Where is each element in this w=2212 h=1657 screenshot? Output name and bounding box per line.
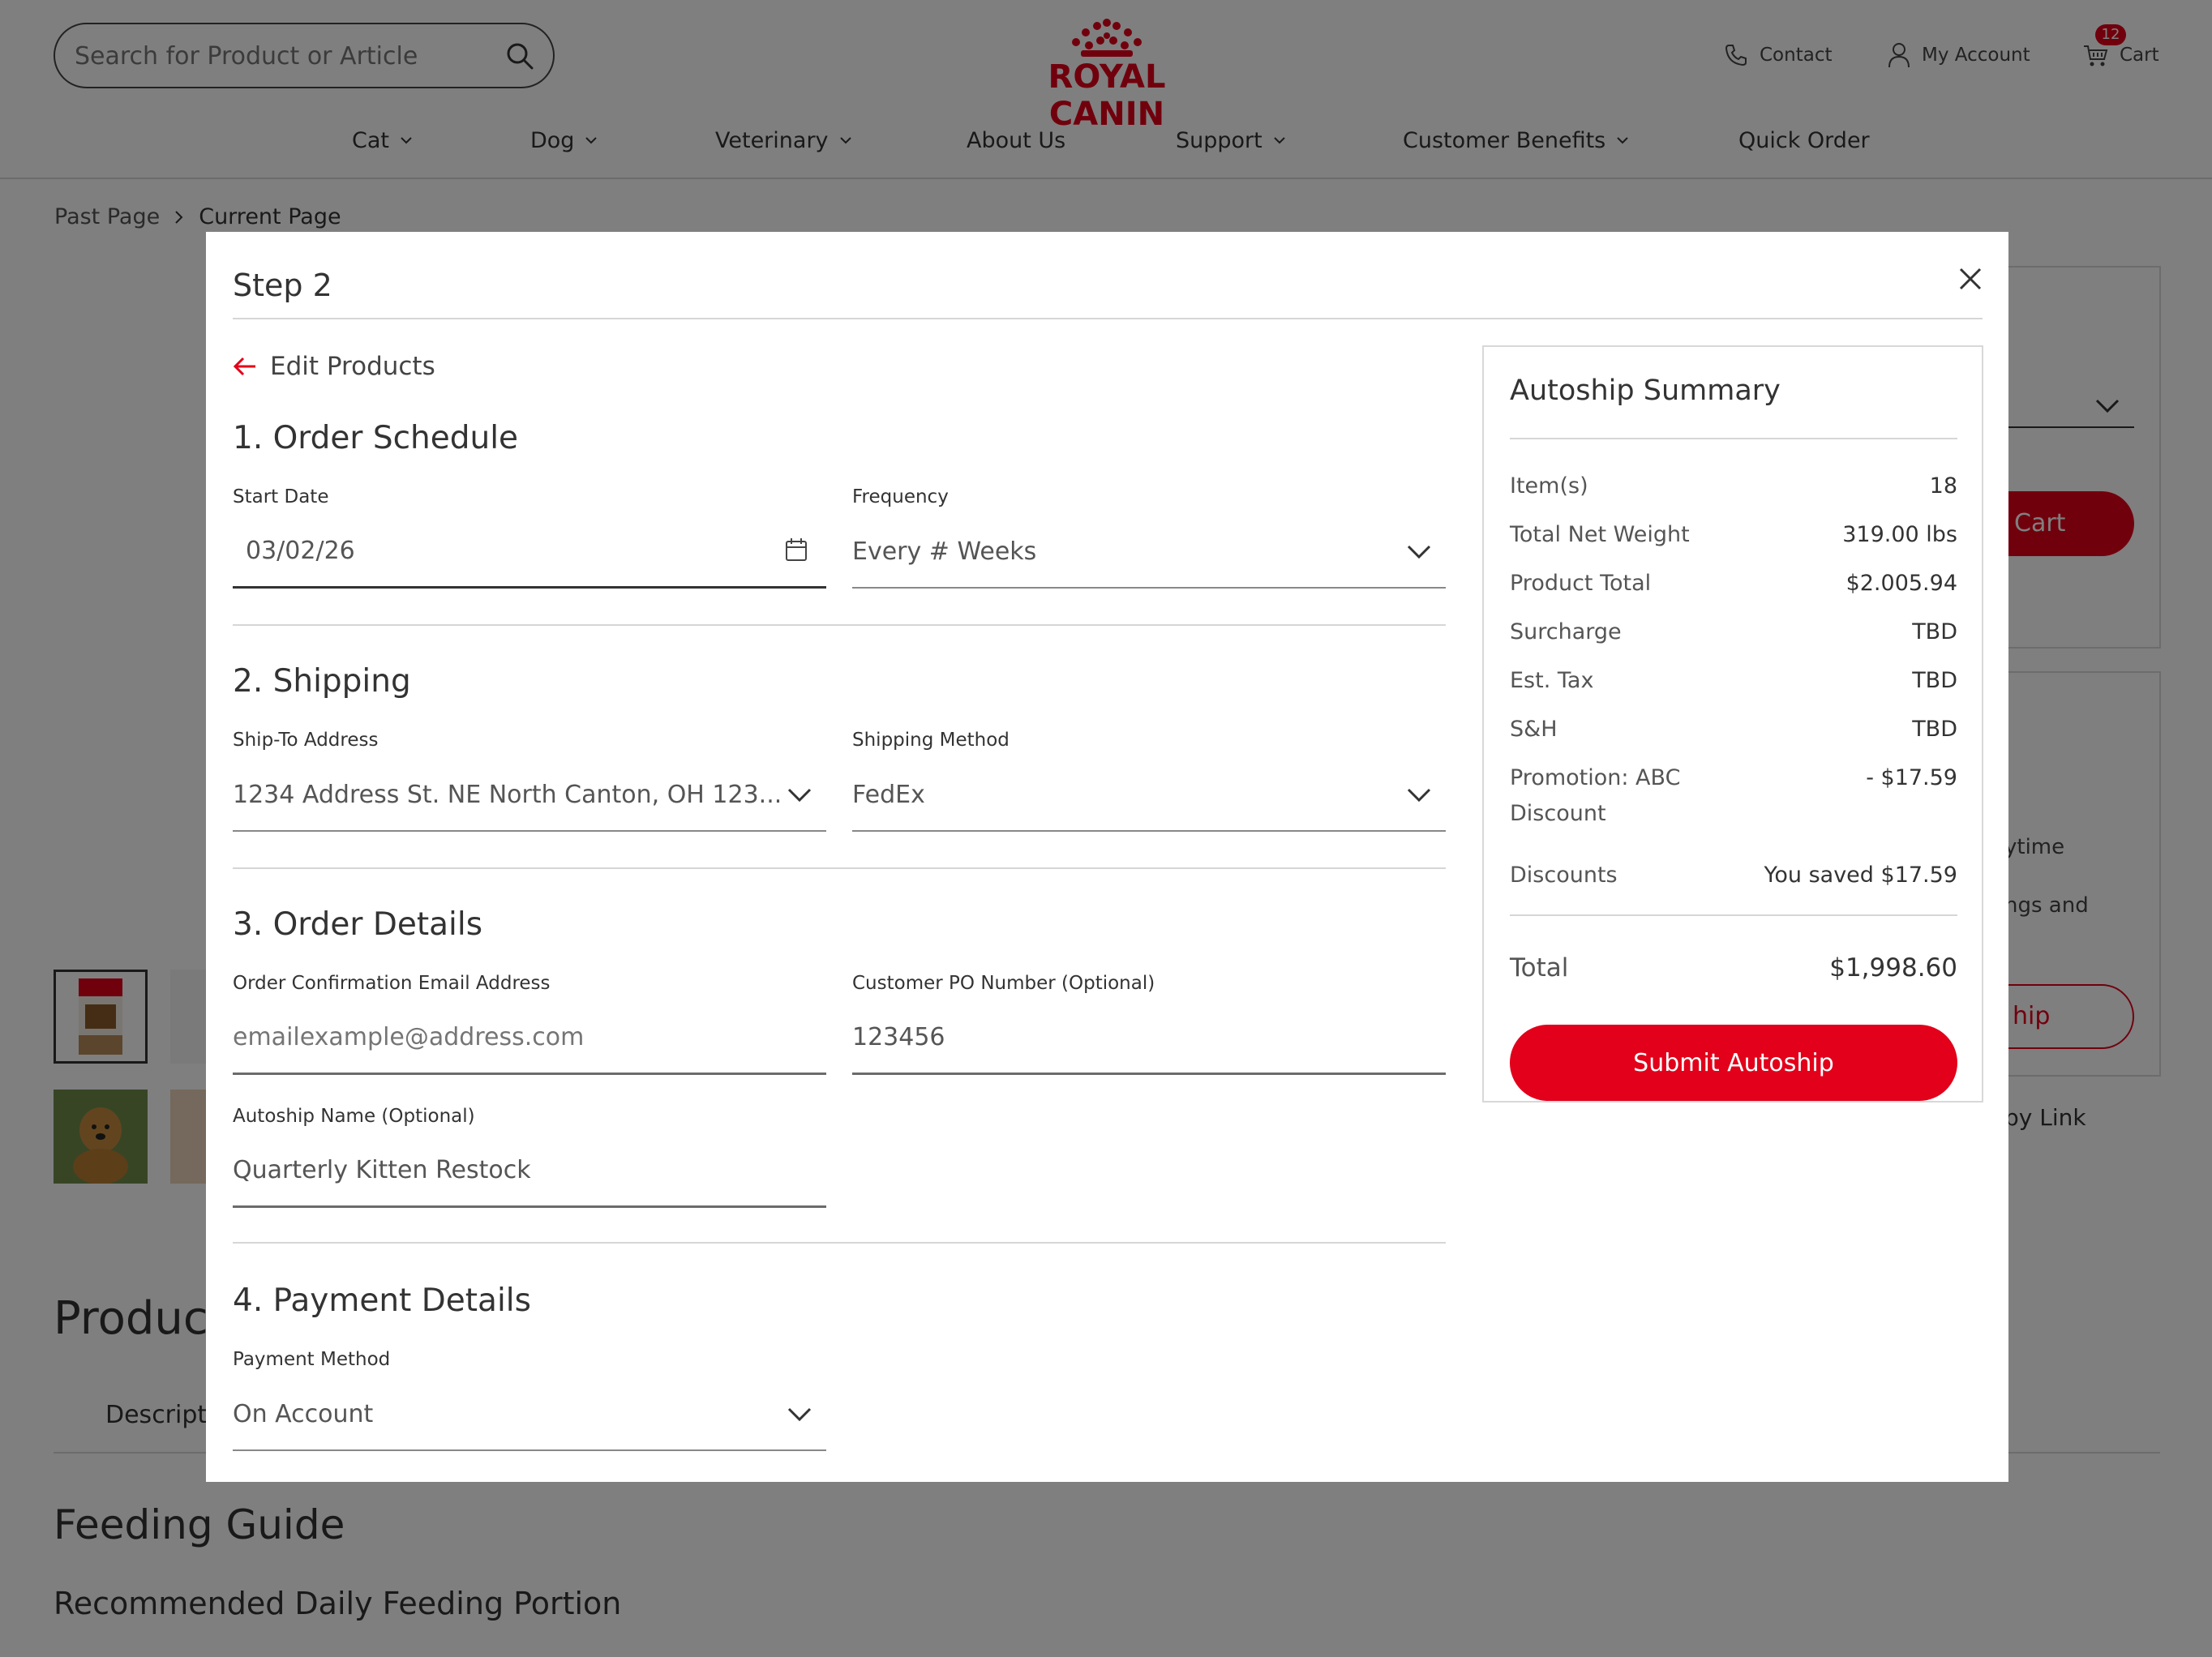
summary-row-value: You saved $17.59 <box>1764 863 1957 888</box>
close-icon[interactable] <box>1954 263 1987 295</box>
summary-row-value: TBD <box>1912 668 1957 693</box>
payment-method-select[interactable]: On Account <box>233 1378 826 1451</box>
order-schedule-title: 1. Order Schedule <box>233 420 519 456</box>
po-number-label: Customer PO Number (Optional) <box>852 973 1155 994</box>
ship-to-address-value: 1234 Address St. NE North Canton, OH 123… <box>233 780 782 809</box>
payment-method-label: Payment Method <box>233 1349 391 1370</box>
chevron-down-icon <box>787 788 812 803</box>
summary-row-label: Est. Tax <box>1510 668 1594 693</box>
autoship-name-field[interactable]: Quarterly Kitten Restock <box>233 1135 826 1208</box>
chevron-down-icon <box>787 1407 812 1422</box>
summary-row-label: Surcharge <box>1510 619 1622 644</box>
summary-row-label: Total Net Weight <box>1510 522 1690 547</box>
arrow-left-icon <box>233 357 255 376</box>
summary-row-label: Item(s) <box>1510 473 1588 499</box>
autoship-name-value: Quarterly Kitten Restock <box>233 1156 531 1184</box>
summary-row-label: Discounts <box>1510 863 1618 888</box>
summary-divider <box>1510 438 1957 439</box>
section-divider <box>233 867 1446 869</box>
frequency-value: Every # Weeks <box>852 537 1037 566</box>
shipping-title: 2. Shipping <box>233 663 411 700</box>
summary-row-label: Product Total <box>1510 571 1652 596</box>
shipping-method-select[interactable]: FedEx <box>852 759 1446 832</box>
summary-row-label: S&H <box>1510 717 1558 742</box>
start-date-value: 03/02/26 <box>246 537 355 565</box>
summary-total-value: $1,998.60 <box>1829 953 1957 983</box>
frequency-label: Frequency <box>852 486 949 507</box>
modal-header-divider <box>233 318 1983 319</box>
email-label: Order Confirmation Email Address <box>233 973 551 994</box>
summary-row-value: 319.00 lbs <box>1842 522 1957 547</box>
section-divider <box>233 624 1446 626</box>
shipping-method-value: FedEx <box>852 780 925 809</box>
summary-row-value: - $17.59 <box>1866 765 1957 790</box>
frequency-select[interactable]: Every # Weeks <box>852 516 1446 589</box>
summary-title: Autoship Summary <box>1510 375 1781 407</box>
start-date-label: Start Date <box>233 486 329 507</box>
edit-products-link[interactable]: Edit Products <box>233 352 435 381</box>
summary-row-value: 18 <box>1929 473 1957 499</box>
autoship-modal: Step 2 Edit Products 1. Order Schedule S… <box>206 232 2008 1482</box>
order-details-title: 3. Order Details <box>233 906 483 943</box>
ship-to-address-label: Ship-To Address <box>233 730 379 751</box>
modal-title: Step 2 <box>233 268 332 303</box>
po-number-field[interactable]: 123456 <box>852 1002 1446 1075</box>
summary-total-label: Total <box>1510 953 1569 983</box>
summary-row-value: $2.005.94 <box>1845 571 1957 596</box>
payment-method-value: On Account <box>233 1399 374 1428</box>
summary-row-label: Promotion: ABC Discount <box>1510 765 1681 826</box>
shipping-method-label: Shipping Method <box>852 730 1010 751</box>
summary-divider <box>1510 914 1957 916</box>
autoship-name-label: Autoship Name (Optional) <box>233 1106 475 1127</box>
email-field[interactable] <box>233 1002 826 1075</box>
summary-row-value: TBD <box>1912 717 1957 742</box>
ship-to-address-select[interactable]: 1234 Address St. NE North Canton, OH 123… <box>233 759 826 832</box>
payment-details-title: 4. Payment Details <box>233 1282 531 1319</box>
email-input[interactable] <box>233 1002 826 1073</box>
edit-products-label: Edit Products <box>270 352 435 381</box>
submit-autoship-button[interactable]: Submit Autoship <box>1510 1025 1957 1101</box>
section-divider <box>233 1242 1446 1244</box>
chevron-down-icon <box>1407 788 1431 803</box>
start-date-field[interactable]: 03/02/26 <box>233 516 826 589</box>
chevron-down-icon <box>1407 545 1431 559</box>
autoship-summary-panel: Autoship Summary Item(s) 18 Total Net We… <box>1482 345 1983 1103</box>
calendar-icon[interactable] <box>784 537 808 563</box>
summary-row-value: TBD <box>1912 619 1957 644</box>
po-number-value: 123456 <box>852 1023 945 1051</box>
